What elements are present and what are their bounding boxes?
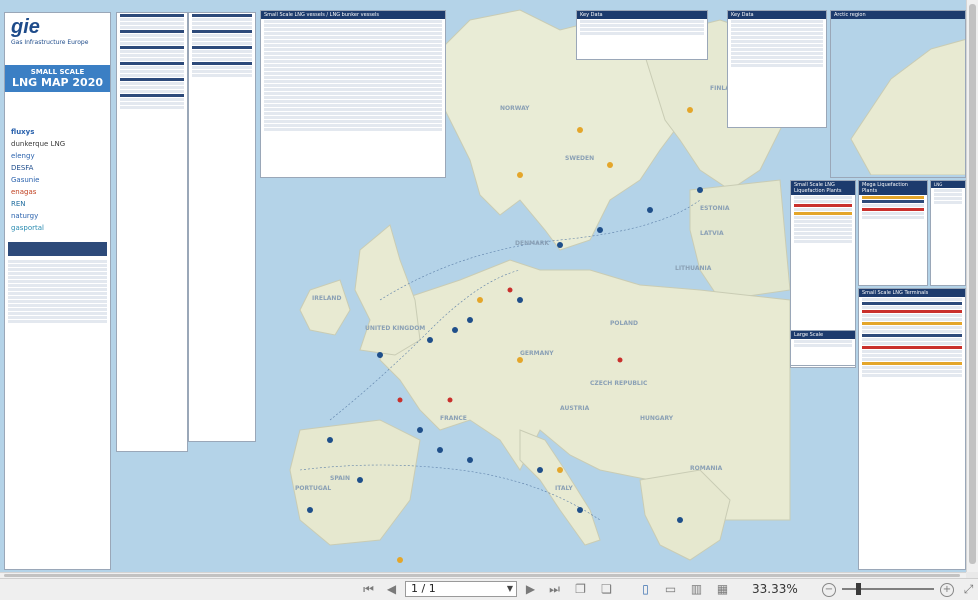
sponsor-fluxys: fluxys	[11, 128, 35, 136]
key-data-panel-1: Key Data	[576, 10, 708, 60]
paste-icon[interactable]: ❏	[598, 581, 615, 598]
sponsor-desfa: DESFA	[11, 164, 34, 172]
zoom-out-icon[interactable]: −	[822, 583, 836, 597]
copy-icon[interactable]: ❐	[572, 581, 589, 598]
two-page-continuous-icon[interactable]: ▦	[714, 581, 731, 598]
next-page-icon[interactable]: ▶	[522, 581, 539, 598]
svg-text:ESTONIA: ESTONIA	[700, 205, 730, 212]
continuous-view-icon[interactable]: ▭	[662, 581, 679, 598]
page-number-field[interactable]: 1 / 1 ▼	[405, 581, 517, 597]
large-scale-panel: Large Scale	[790, 330, 856, 366]
vessels-table: Small Scale LNG vessels / LNG bunker ves…	[260, 10, 446, 178]
viewer-toolbar: ⏮ ◀ 1 / 1 ▼ ▶ ⏭ ❐ ❏ ▯ ▭ ▥ ▦ 33.33% − + ⤢	[0, 578, 978, 600]
svg-text:GERMANY: GERMANY	[520, 350, 554, 357]
svg-text:LITHUANIA: LITHUANIA	[675, 265, 712, 272]
mega-plants-panel: Mega Liquefaction Plants	[858, 180, 928, 286]
svg-text:CZECH REPUBLIC: CZECH REPUBLIC	[590, 380, 648, 387]
zoom-level[interactable]: 33.33%	[752, 582, 798, 596]
svg-text:FRANCE: FRANCE	[440, 415, 467, 422]
svg-text:HUNGARY: HUNGARY	[640, 415, 674, 422]
svg-text:DENMARK: DENMARK	[515, 240, 549, 247]
map-title-line2: LNG MAP 2020	[11, 76, 104, 89]
svg-text:AUSTRIA: AUSTRIA	[560, 405, 590, 412]
vessels-title: Small Scale LNG vessels / LNG bunker ves…	[261, 11, 445, 19]
label-sweden: SWEDEN	[565, 155, 594, 162]
sponsor-dunkerque: dunkerque LNG	[11, 140, 66, 148]
arctic-inset: Arctic region	[830, 10, 966, 178]
svg-text:IRELAND: IRELAND	[312, 295, 341, 302]
map-title-line1: SMALL SCALE	[30, 68, 85, 76]
small-scale-terminals-panel: Small Scale LNG Terminals	[858, 288, 966, 570]
document-viewport[interactable]: NORWAY SWEDEN FINLAND ESTONIA LATVIA LIT…	[0, 0, 966, 572]
terminals-list-left	[116, 12, 188, 452]
svg-text:PORTUGAL: PORTUGAL	[295, 485, 331, 492]
svg-text:ROMANIA: ROMANIA	[690, 465, 723, 472]
liq-plants-title: Small Scale LNG Liquefaction Plants	[791, 181, 855, 195]
legend-panel: gie Gas Infrastructure Europe SMALL SCAL…	[4, 12, 111, 570]
terminals-panel-right: LNG	[930, 180, 966, 286]
key-data-title-1: Key Data	[577, 11, 707, 19]
svg-text:UNITED KINGDOM: UNITED KINGDOM	[365, 325, 425, 332]
svg-text:POLAND: POLAND	[610, 320, 638, 327]
key-data-title-2: Key Data	[728, 11, 826, 19]
terminals-title: Small Scale LNG Terminals	[859, 289, 965, 297]
first-page-icon[interactable]: ⏮	[360, 581, 377, 598]
map-title-banner: SMALL SCALE LNG MAP 2020	[5, 65, 110, 92]
fit-page-icon[interactable]: ⤢	[960, 581, 977, 598]
page-number-value: 1 / 1	[411, 582, 436, 595]
svg-text:ITALY: ITALY	[555, 485, 573, 492]
svg-text:LATVIA: LATVIA	[700, 230, 724, 237]
org-name: Gas Infrastructure Europe	[11, 39, 89, 46]
mega-plants-title: Mega Liquefaction Plants	[859, 181, 927, 195]
last-page-icon[interactable]: ⏭	[546, 581, 563, 598]
sponsor-gasunie: Gasunie	[11, 176, 40, 184]
zoom-slider-knob[interactable]	[856, 583, 861, 595]
sponsor-gasportal: gasportal	[11, 224, 44, 232]
terminals-list-right	[188, 12, 256, 442]
zoom-in-icon[interactable]: +	[940, 583, 954, 597]
large-scale-title: Large Scale	[791, 331, 855, 339]
two-page-view-icon[interactable]: ▥	[688, 581, 705, 598]
single-page-view-icon[interactable]: ▯	[637, 581, 654, 598]
svg-text:SPAIN: SPAIN	[330, 475, 350, 482]
chevron-down-icon[interactable]: ▼	[507, 582, 513, 596]
vertical-scrollbar[interactable]	[966, 0, 978, 572]
zoom-slider[interactable]	[842, 583, 934, 595]
sponsor-ren: REN	[11, 200, 26, 208]
label-norway: NORWAY	[500, 105, 530, 112]
sponsor-naturgy: naturgy	[11, 212, 39, 220]
sponsor-enagas: enagas	[11, 188, 37, 196]
arctic-title: Arctic region	[831, 11, 965, 19]
prev-page-icon[interactable]: ◀	[383, 581, 400, 598]
key-data-panel-2: Key Data	[727, 10, 827, 128]
sponsor-elengy: elengy	[11, 152, 35, 160]
gie-logo: gie Gas Infrastructure Europe	[5, 13, 110, 65]
